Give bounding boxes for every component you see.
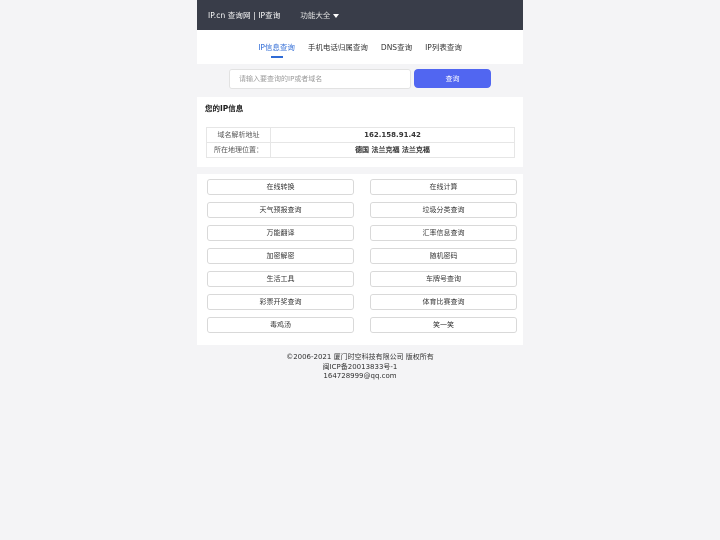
tab-ip-list[interactable]: IP列表查询 [424, 42, 463, 53]
ip-info-title: 您的IP信息 [205, 104, 244, 113]
contact-email: 164728999@qq.com [323, 372, 397, 380]
tool-plate-lookup-button[interactable]: 车牌号查询 [370, 271, 517, 287]
tool-lottery-button[interactable]: 彩票开奖查询 [207, 294, 354, 310]
tool-encrypt-button[interactable]: 加密解密 [207, 248, 354, 264]
search-input[interactable] [229, 69, 411, 89]
tool-online-calc-button[interactable]: 在线计算 [370, 179, 517, 195]
tool-weather-button[interactable]: 天气预报查询 [207, 202, 354, 218]
top-navbar: IP.cn 查询网 | IP查询 功能大全 [197, 0, 523, 30]
ip-info-key: 所在地理位置： [206, 142, 271, 158]
icp-link[interactable]: 闽ICP备20013833号-1 [0, 363, 720, 373]
search-button[interactable]: 查询 [414, 69, 491, 88]
tool-online-convert-button[interactable]: 在线转换 [207, 179, 354, 195]
tool-life-tools-button[interactable]: 生活工具 [207, 271, 354, 287]
tab-phone-lookup[interactable]: 手机电话归属查询 [307, 42, 369, 53]
query-tabs: IP信息查询 手机电话归属查询 DNS查询 IP列表查询 [197, 30, 523, 64]
ip-info-key: 域名解析地址 [206, 127, 271, 143]
caret-down-icon [333, 13, 340, 18]
tool-random-password-button[interactable]: 随机密码 [370, 248, 517, 264]
ip-info-table: 域名解析地址 162.158.91.42 所在地理位置： 德国 法兰克福 法兰克… [206, 127, 515, 158]
ip-address-value: 162.158.91.42 [270, 127, 515, 143]
tool-jokes-button[interactable]: 笑一笑 [370, 317, 517, 333]
features-menu-label: 功能大全 [300, 10, 331, 20]
table-row: 所在地理位置： 德国 法兰克福 法兰克福 [206, 142, 515, 158]
tool-sports-button[interactable]: 体育比赛查询 [370, 294, 517, 310]
tools-panel: 在线转换 在线计算 天气预报查询 垃圾分类查询 万能翻译 汇率信息查询 加密解密… [197, 174, 523, 345]
tool-chicken-soup-button[interactable]: 毒鸡汤 [207, 317, 354, 333]
tool-exchange-rate-button[interactable]: 汇率信息查询 [370, 225, 517, 241]
tool-translate-button[interactable]: 万能翻译 [207, 225, 354, 241]
copyright-text: ©2006-2021 厦门时空科技有限公司 版权所有 [286, 353, 434, 361]
site-brand[interactable]: IP.cn 查询网 | IP查询 [208, 10, 280, 21]
features-menu[interactable]: 功能大全 [300, 10, 340, 21]
page-footer: ©2006-2021 厦门时空科技有限公司 版权所有 闽ICP备20013833… [0, 353, 720, 382]
tab-ip-info[interactable]: IP信息查询 [257, 42, 296, 53]
ip-info-panel: 您的IP信息 域名解析地址 162.158.91.42 所在地理位置： 德国 法… [197, 97, 523, 167]
tab-dns-lookup[interactable]: DNS查询 [380, 42, 413, 53]
ip-location-value: 德国 法兰克福 法兰克福 [270, 142, 515, 158]
table-row: 域名解析地址 162.158.91.42 [206, 127, 515, 143]
tool-garbage-sort-button[interactable]: 垃圾分类查询 [370, 202, 517, 218]
